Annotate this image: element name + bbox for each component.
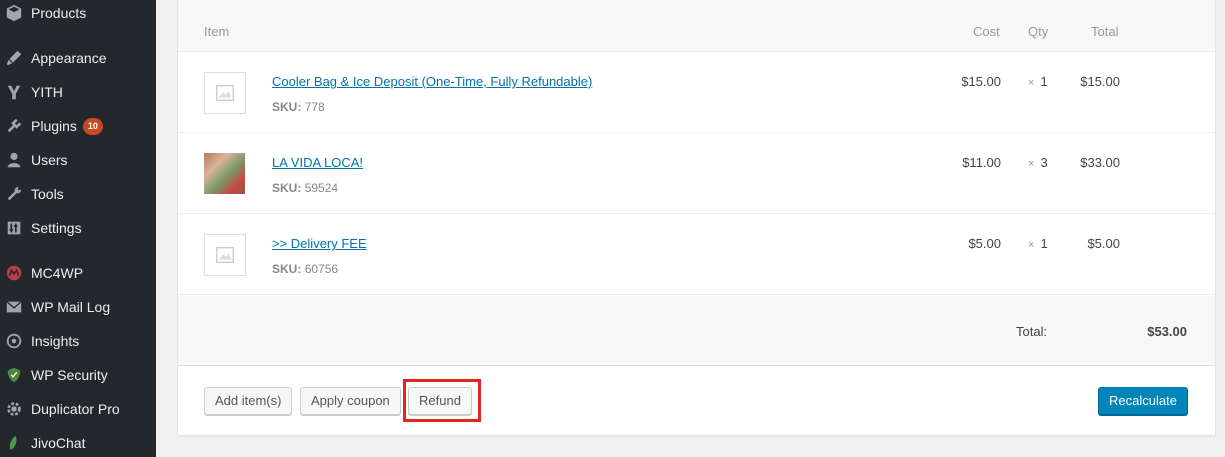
- column-header-item: Item: [204, 24, 230, 39]
- item-cost: $15.00: [961, 74, 1001, 89]
- products-icon: [5, 4, 23, 22]
- sidebar-item-tools[interactable]: Tools: [0, 177, 156, 211]
- sidebar-item-label: Plugins: [31, 118, 77, 134]
- item-name-link[interactable]: LA VIDA LOCA!: [272, 155, 363, 170]
- refund-highlight-box: [403, 379, 481, 422]
- sidebar-item-insights[interactable]: Insights: [0, 324, 156, 358]
- item-total: $33.00: [1080, 155, 1120, 170]
- recalculate-button[interactable]: Recalculate: [1098, 387, 1188, 415]
- order-items-panel: Item Cost Qty Total Cooler Bag & Ice Dep…: [177, 0, 1216, 436]
- plugins-update-badge: 10: [82, 117, 103, 135]
- sidebar-item-settings[interactable]: Settings: [0, 211, 156, 245]
- gear-icon: [5, 400, 23, 418]
- sidebar-item-users[interactable]: Users: [0, 143, 156, 177]
- item-sku: SKU: 60756: [272, 262, 339, 276]
- item-name-link[interactable]: Cooler Bag & Ice Deposit (One-Time, Full…: [272, 74, 592, 89]
- admin-sidebar: Products Appearance YITH Plugins 10 User…: [0, 0, 156, 457]
- placeholder-image-icon: [204, 234, 246, 276]
- yith-icon: [5, 83, 23, 101]
- items-table-header: Item Cost Qty Total: [178, 0, 1215, 52]
- product-thumbnail: [204, 153, 245, 194]
- add-items-button[interactable]: Add item(s): [204, 387, 293, 415]
- plugins-icon: [5, 117, 23, 135]
- sidebar-item-label: Duplicator Pro: [31, 401, 120, 417]
- shield-icon: [5, 366, 23, 384]
- sidebar-item-label: Settings: [31, 220, 82, 236]
- sidebar-item-plugins[interactable]: Plugins 10: [0, 109, 156, 143]
- item-cost: $5.00: [968, 236, 1001, 251]
- mc4wp-icon: [5, 264, 23, 282]
- column-header-total: Total: [1091, 24, 1119, 39]
- mail-icon: [5, 298, 23, 316]
- item-cost: $11.00: [962, 155, 1001, 170]
- column-header-qty: Qty: [1028, 24, 1049, 39]
- table-row: LA VIDA LOCA! SKU: 59524 $11.00 × 3 $33.0…: [178, 133, 1215, 214]
- item-name-link[interactable]: >> Delivery FEE: [272, 236, 367, 251]
- sidebar-item-label: MC4WP: [31, 265, 84, 281]
- order-total-value: $53.00: [1147, 324, 1187, 339]
- placeholder-image-icon: [204, 72, 246, 114]
- sidebar-item-appearance[interactable]: Appearance: [0, 41, 156, 75]
- sidebar-item-mc4wp[interactable]: MC4WP: [0, 256, 156, 290]
- sidebar-item-label: Users: [31, 152, 68, 168]
- leaf-icon: [5, 434, 23, 452]
- sidebar-item-wp-mail-log[interactable]: WP Mail Log: [0, 290, 156, 324]
- sidebar-item-label: WP Security: [31, 367, 108, 383]
- apply-coupon-button[interactable]: Apply coupon: [300, 387, 401, 415]
- table-row: >> Delivery FEE SKU: 60756 $5.00 × 1 $5.0…: [178, 214, 1215, 295]
- column-header-cost: Cost: [973, 24, 1000, 39]
- appearance-icon: [5, 49, 23, 67]
- sidebar-item-jivochat[interactable]: JivoChat: [0, 426, 156, 457]
- sidebar-item-label: Appearance: [31, 50, 107, 66]
- table-row: Cooler Bag & Ice Deposit (One-Time, Full…: [178, 52, 1215, 133]
- item-sku: SKU: 778: [272, 100, 325, 114]
- sidebar-item-products[interactable]: Products: [0, 0, 156, 30]
- sidebar-item-wp-security[interactable]: WP Security: [0, 358, 156, 392]
- sidebar-item-label: YITH: [31, 84, 63, 100]
- item-total: $15.00: [1080, 74, 1120, 89]
- sidebar-item-label: Products: [31, 5, 87, 21]
- order-totals: Total: $53.00: [178, 296, 1215, 366]
- insights-icon: [5, 332, 23, 350]
- sidebar-item-label: Insights: [31, 333, 80, 349]
- users-icon: [5, 151, 23, 169]
- sidebar-item-label: JivoChat: [31, 435, 86, 451]
- tools-icon: [5, 185, 23, 203]
- sidebar-item-label: WP Mail Log: [31, 299, 111, 315]
- sidebar-item-yith[interactable]: YITH: [0, 75, 156, 109]
- item-qty: × 1: [1028, 236, 1048, 251]
- item-qty: × 1: [1028, 74, 1048, 89]
- settings-icon: [5, 219, 23, 237]
- sidebar-item-duplicator-pro[interactable]: Duplicator Pro: [0, 392, 156, 426]
- item-sku: SKU: 59524: [272, 181, 339, 195]
- sidebar-item-label: Tools: [31, 186, 64, 202]
- item-total: $5.00: [1087, 236, 1120, 251]
- order-total-label: Total:: [1016, 324, 1048, 339]
- item-qty: × 3: [1028, 155, 1048, 170]
